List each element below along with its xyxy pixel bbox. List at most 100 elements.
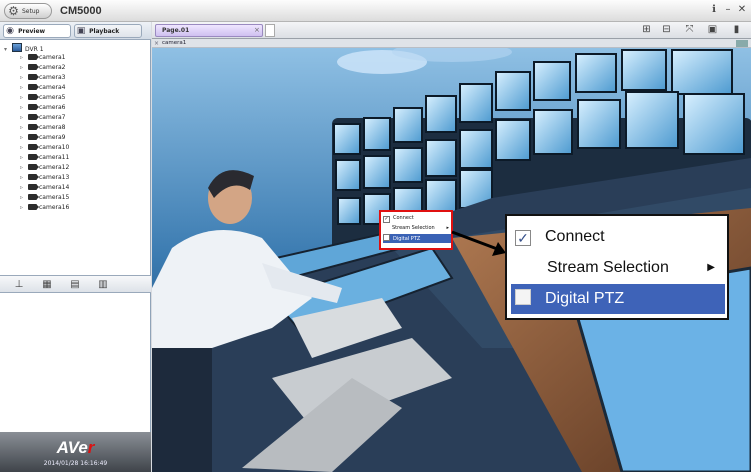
context-menu: ✓ Connect Stream Selection ▸ Digital PTZ — [379, 210, 453, 250]
stream-icon[interactable]: ▤ — [68, 279, 82, 291]
tab-playback[interactable]: ▣ Playback — [74, 24, 142, 38]
grid-icon[interactable]: ⊞ — [639, 23, 654, 37]
tree-item-camera[interactable]: ▹ camera16 — [20, 203, 69, 213]
tab-preview-label: Preview — [18, 28, 46, 35]
device-tree: ▾ DVR 1 ▹ camera1 ▹ camera2 ▹ camera3 ▹ camera4 ▹ c… — [0, 41, 151, 273]
camera-icon — [28, 124, 39, 130]
tab-playback-label: Playback — [89, 28, 120, 35]
tree-item-camera[interactable]: ▹ camera9 — [20, 133, 65, 143]
film-icon: ▣ — [76, 26, 86, 36]
submenu-arrow-icon: ▶ — [707, 262, 715, 273]
add-page-button[interactable] — [265, 24, 275, 37]
page-tab-bar: Page.01 × ⊞ ⊟ ⤧ ▣ ▮ — [152, 22, 751, 39]
context-menu-zoomed: ✓ Connect Stream Selection ▶ Digital PTZ — [505, 214, 729, 320]
datetime-display: 2014/01/28 16:16:49 — [43, 460, 108, 467]
mode-tabs: ◉ Preview ▣ Playback — [0, 22, 151, 40]
snapshot-icon[interactable]: ▦ — [40, 279, 54, 291]
ptz-icon[interactable]: ⊥ — [12, 279, 26, 291]
expand-icon[interactable]: ▹ — [20, 53, 28, 63]
camera-icon — [28, 164, 39, 170]
help-icon[interactable]: ℹ — [708, 4, 720, 16]
expand-icon[interactable]: ▹ — [20, 143, 28, 153]
channel-status-icon — [736, 40, 748, 47]
tree-item-camera[interactable]: ▹ camera11 — [20, 153, 69, 163]
camera-icon — [28, 104, 39, 110]
expand-icon[interactable]: ▹ — [20, 153, 28, 163]
tab-preview[interactable]: ◉ Preview — [3, 24, 71, 38]
tree-item-camera[interactable]: ▹ camera13 — [20, 173, 69, 183]
expand-icon[interactable]: ▹ — [20, 163, 28, 173]
callout-arrow-icon — [451, 230, 506, 256]
tree-item-camera[interactable]: ▹ camera10 — [20, 143, 69, 153]
tree-item-camera[interactable]: ▹ camera15 — [20, 193, 69, 203]
camera-icon — [28, 204, 39, 210]
expand-icon[interactable]: ▹ — [20, 83, 28, 93]
tool-row: ⊥ ▦ ▤ ▥ — [0, 275, 151, 293]
check-icon: ✓ — [515, 230, 531, 246]
tree-item-camera[interactable]: ▹ camera8 — [20, 123, 65, 133]
expand-icon[interactable]: ▹ — [20, 183, 28, 193]
aver-logo: AVer — [56, 438, 95, 457]
menu-item-digital-ptz-zoomed[interactable]: Digital PTZ — [511, 284, 725, 314]
expand-icon[interactable]: ▹ — [20, 63, 28, 73]
tree-item-camera[interactable]: ▹ camera12 — [20, 163, 69, 173]
expand-icon[interactable]: ▹ — [20, 93, 28, 103]
submenu-arrow-icon: ▸ — [446, 225, 449, 231]
camera-icon — [28, 144, 39, 150]
expand-icon[interactable]: ▹ — [20, 173, 28, 183]
camera-icon — [28, 84, 39, 90]
collapse-icon[interactable]: ▾ — [4, 45, 12, 55]
expand-icon[interactable]: ▹ — [20, 73, 28, 83]
expand-icon[interactable]: ▹ — [20, 113, 28, 123]
expand-icon[interactable]: ▹ — [20, 193, 28, 203]
tree-item-camera[interactable]: ▹ camera1 — [20, 53, 65, 63]
title-bar: ⚙ Setup CM5000 ℹ – ✕ — [0, 0, 751, 22]
checkbox-icon — [383, 234, 390, 241]
eye-icon: ◉ — [6, 26, 14, 36]
gear-icon: ⚙ — [8, 4, 19, 18]
page-tab-label: Page.01 — [162, 27, 190, 34]
folder-icon[interactable]: ▥ — [96, 279, 110, 291]
tree-item-camera[interactable]: ▹ camera4 — [20, 83, 65, 93]
menu-item-digital-ptz[interactable]: Digital PTZ — [383, 234, 451, 243]
minimize-icon[interactable]: – — [722, 4, 734, 16]
split-icon[interactable]: ⊟ — [659, 23, 674, 37]
tree-item-camera[interactable]: ▹ camera7 — [20, 113, 65, 123]
tree-item-camera[interactable]: ▹ camera6 — [20, 103, 65, 113]
expand-icon[interactable]: ▹ — [20, 103, 28, 113]
tree-item-camera[interactable]: ▹ camera3 — [20, 73, 65, 83]
camera-icon — [28, 74, 39, 80]
camera-icon — [28, 174, 39, 180]
camera-icon — [28, 184, 39, 190]
camera-icon — [28, 94, 39, 100]
delete-icon[interactable]: ▮ — [729, 23, 744, 37]
save-icon[interactable]: ▣ — [705, 23, 720, 37]
close-tab-icon[interactable]: × — [254, 26, 260, 34]
tree-item-camera[interactable]: ▹ camera2 — [20, 63, 65, 73]
camera-icon — [28, 134, 39, 140]
close-icon[interactable]: ✕ — [736, 4, 748, 16]
expand-icon[interactable]: ▹ — [20, 123, 28, 133]
tree-item-camera[interactable]: ▹ camera5 — [20, 93, 65, 103]
close-channel-icon[interactable]: × — [154, 39, 159, 48]
channel-bar: × camera1 — [152, 39, 751, 48]
expand-icon[interactable]: ▹ — [20, 133, 28, 143]
tree-item-camera[interactable]: ▹ camera14 — [20, 183, 69, 193]
dvr-icon — [12, 43, 22, 52]
setup-button[interactable]: ⚙ Setup — [4, 3, 52, 19]
camera-icon — [28, 114, 39, 120]
camera-icon — [28, 64, 39, 70]
camera-icon — [28, 54, 39, 60]
check-icon: ✓ — [383, 216, 390, 223]
brand-area: AVer 2014/01/28 16:16:49 — [0, 432, 151, 472]
fullscreen-icon[interactable]: ⤧ — [682, 23, 697, 37]
tab-page-01[interactable]: Page.01 × — [155, 24, 263, 37]
left-panel: ◉ Preview ▣ Playback ▾ DVR 1 ▹ camera1 ▹ came… — [0, 22, 151, 472]
camera-icon — [28, 194, 39, 200]
menu-item-stream-selection[interactable]: Stream Selection ▸ — [383, 224, 451, 233]
expand-icon[interactable]: ▹ — [20, 203, 28, 213]
menu-item-stream-selection-zoomed[interactable]: Stream Selection ▶ — [511, 253, 725, 283]
menu-item-connect[interactable]: ✓ Connect — [383, 214, 451, 223]
tree-root-dvr[interactable]: ▾ DVR 1 — [4, 43, 44, 53]
menu-item-connect-zoomed[interactable]: ✓ Connect — [511, 222, 725, 252]
